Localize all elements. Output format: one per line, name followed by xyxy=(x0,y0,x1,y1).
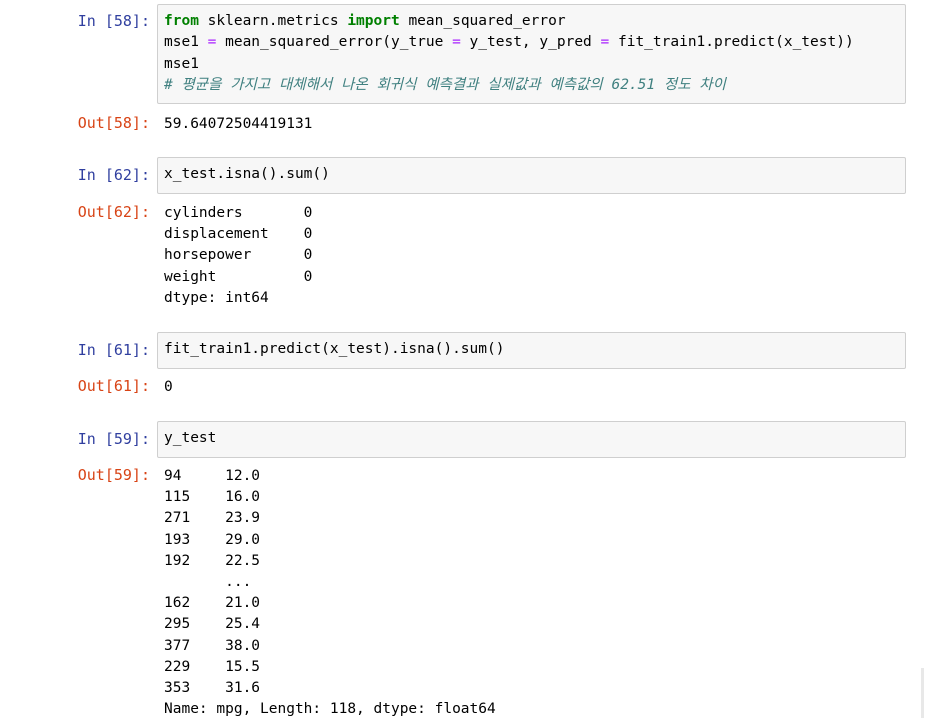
code-input-area[interactable]: from sklearn.metrics import mean_squared… xyxy=(157,4,906,104)
code-text: mse1 xyxy=(164,34,208,51)
code-line: from sklearn.metrics import mean_squared… xyxy=(164,11,899,32)
code-keyword: import xyxy=(347,13,400,29)
input-prompt: In [61]: xyxy=(77,341,150,359)
output-prompt: Out[61]: xyxy=(77,377,150,395)
code-comment: # 평균을 가지고 대체해서 나온 회귀식 예측결과 실제값과 예측값의 62.… xyxy=(164,77,726,94)
code-keyword: from xyxy=(164,13,199,29)
code-text: fit_train1.predict(x_test).isna().sum() xyxy=(164,341,505,357)
output-line: 193 29.0 xyxy=(164,531,261,548)
output-line: 229 15.5 xyxy=(164,658,261,675)
code-line: x_test.isna().sum() xyxy=(164,164,899,185)
output-line: Name: mpg, Length: 118, dtype: float64 xyxy=(164,701,496,718)
code-line: fit_train1.predict(x_test).isna().sum() xyxy=(164,339,899,360)
output-line: 162 21.0 xyxy=(164,595,261,612)
code-text: y_test, y_pred xyxy=(460,34,601,51)
code-text: mean_squared_error xyxy=(399,13,566,29)
code-operator: = xyxy=(600,34,610,51)
output-prompt: Out[62]: xyxy=(77,203,150,221)
cell-output: 94 12.0 115 16.0 271 23.9 193 29.0 192 22.5 … xyxy=(164,466,496,720)
code-operator: = xyxy=(452,34,461,51)
code-text: mse1 xyxy=(164,55,199,72)
output-line: 271 23.9 xyxy=(164,510,261,527)
code-line: y_test xyxy=(164,428,899,449)
code-input-area[interactable]: fit_train1.predict(x_test).isna().sum() xyxy=(157,332,906,369)
code-line: mse1 xyxy=(164,54,899,75)
output-line: 59.64072504419131 xyxy=(164,116,313,132)
output-prompt: Out[59]: xyxy=(77,466,150,484)
output-line: 0 xyxy=(164,379,173,395)
output-line: 353 31.6 xyxy=(164,679,261,696)
code-line: # 평균을 가지고 대체해서 나온 회귀식 예측결과 실제값과 예측값의 62.… xyxy=(164,75,899,96)
code-input-area[interactable]: x_test.isna().sum() xyxy=(157,157,906,194)
output-line: weight 0 xyxy=(164,268,313,285)
output-line: 377 38.0 xyxy=(164,637,261,654)
output-line: dtype: int64 xyxy=(164,289,269,306)
code-text: fit_train1.predict(x_test)) xyxy=(609,34,854,51)
output-line: 115 16.0 xyxy=(164,489,261,506)
cell-output: 0 xyxy=(164,377,173,398)
cell-output: cylinders 0 displacement 0 horsepower 0 wei… xyxy=(164,203,312,309)
code-text: x_test.isna().sum() xyxy=(164,166,330,182)
input-prompt: In [59]: xyxy=(77,430,150,448)
code-text: sklearn.metrics xyxy=(198,13,348,29)
output-line: 192 22.5 xyxy=(164,552,261,569)
output-line: 94 12.0 xyxy=(164,468,261,484)
input-prompt: In [58]: xyxy=(77,12,150,30)
code-line: mse1 = mean_squared_error(y_true = y_tes… xyxy=(164,32,899,53)
output-line: 295 25.4 xyxy=(164,616,261,633)
scrollbar[interactable] xyxy=(921,668,924,718)
output-line: ... xyxy=(164,573,252,590)
output-line: displacement 0 xyxy=(164,226,313,243)
input-prompt: In [62]: xyxy=(77,166,150,184)
code-input-area[interactable]: y_test xyxy=(157,421,906,458)
output-line: horsepower 0 xyxy=(164,247,313,264)
output-prompt: Out[58]: xyxy=(77,114,150,132)
code-text: y_test xyxy=(164,430,217,446)
code-text: mean_squared_error(y_true xyxy=(216,34,453,51)
cell-output: 59.64072504419131 xyxy=(164,114,312,135)
output-line: cylinders 0 xyxy=(164,205,313,221)
